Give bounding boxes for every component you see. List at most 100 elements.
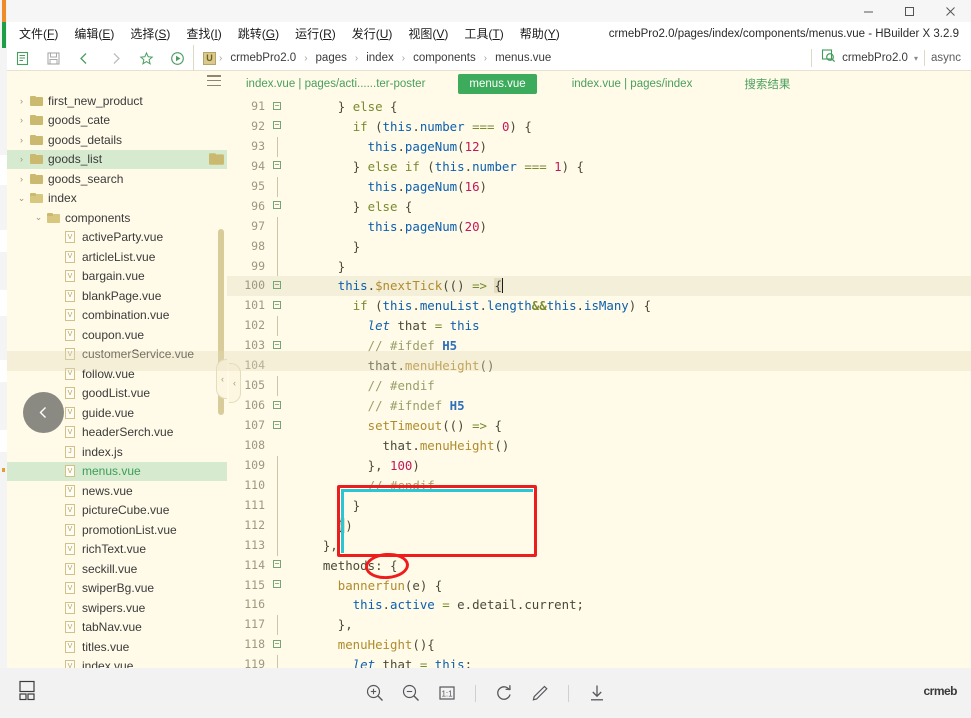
tree-item-tabnav-vue[interactable]: VtabNav.vue: [7, 618, 227, 638]
breadcrumb-item-3[interactable]: components: [408, 52, 481, 64]
code-line-104[interactable]: 104 that.menuHeight(): [227, 356, 971, 376]
zoom-out-icon[interactable]: [398, 680, 424, 706]
tree-item-bargain-vue[interactable]: Vbargain.vue: [7, 267, 227, 287]
tree-item-goods-cate[interactable]: ›goods_cate: [7, 111, 227, 131]
chevron-right-icon[interactable]: ›: [15, 115, 28, 125]
menu-tools[interactable]: 工具(T): [456, 23, 511, 44]
download-icon[interactable]: [584, 680, 610, 706]
menu-goto[interactable]: 跳转(G): [230, 23, 287, 44]
code-line-93[interactable]: 93 this.pageNum(12): [227, 137, 971, 157]
code-line-106[interactable]: 106− // #ifndef H5: [227, 396, 971, 416]
tree-item-coupon-vue[interactable]: Vcoupon.vue: [7, 325, 227, 345]
breadcrumb-item-0[interactable]: crmebPro2.0: [225, 52, 301, 64]
code-line-101[interactable]: 101− if (this.menuList.length&&this.isMa…: [227, 296, 971, 316]
annotate-icon[interactable]: [527, 680, 553, 706]
code-line-92[interactable]: 92− if (this.number === 0) {: [227, 117, 971, 137]
explorer-menu-icon[interactable]: [207, 75, 221, 86]
menu-run[interactable]: 运行(R): [287, 23, 344, 44]
fold-toggle-icon[interactable]: −: [269, 576, 285, 596]
tree-item-menus-vue[interactable]: Vmenus.vue: [7, 462, 227, 482]
code-line-98[interactable]: 98 }: [227, 237, 971, 257]
fold-toggle-icon[interactable]: −: [269, 197, 285, 217]
close-button[interactable]: [930, 0, 971, 22]
explorer-collapse-handle[interactable]: ‹: [216, 359, 227, 399]
minimize-button[interactable]: [848, 0, 889, 22]
project-icon[interactable]: [7, 45, 38, 71]
maximize-button[interactable]: [889, 0, 930, 22]
code-line-105[interactable]: 105 // #endif: [227, 376, 971, 396]
tree-item-customerservice-vue[interactable]: VcustomerService.vue: [7, 345, 227, 365]
chevron-down-icon[interactable]: ⌄: [32, 212, 45, 223]
forward-icon[interactable]: [100, 45, 131, 71]
code-line-116[interactable]: 116 this.active = e.detail.current;: [227, 595, 971, 615]
chevron-right-icon[interactable]: ›: [15, 154, 28, 164]
tree-item-titles-vue[interactable]: Vtitles.vue: [7, 637, 227, 657]
tree-item-news-vue[interactable]: Vnews.vue: [7, 481, 227, 501]
editor-tab-2[interactable]: index.vue | pages/index: [561, 74, 704, 94]
tree-item-index-js[interactable]: Jindex.js: [7, 442, 227, 462]
tree-item-index-vue[interactable]: Vindex.vue: [7, 657, 227, 669]
code-line-114[interactable]: 114− methods: {: [227, 556, 971, 576]
code-line-97[interactable]: 97 this.pageNum(20): [227, 217, 971, 237]
code-line-113[interactable]: 113 },: [227, 536, 971, 556]
editor-tab-3[interactable]: 搜索结果: [733, 74, 801, 94]
chevron-right-icon[interactable]: ›: [15, 135, 28, 145]
code-line-96[interactable]: 96− } else {: [227, 197, 971, 217]
tree-item-goods-search[interactable]: ›goods_search: [7, 169, 227, 189]
save-icon[interactable]: [38, 45, 69, 71]
branch-label[interactable]: async: [931, 52, 961, 64]
project-selector-label[interactable]: crmebPro2.0: [842, 52, 908, 64]
tree-item-components[interactable]: ⌄components: [7, 208, 227, 228]
window-controls[interactable]: [848, 0, 971, 22]
chevron-down-icon[interactable]: ▾: [914, 54, 918, 63]
chevron-right-icon[interactable]: ›: [15, 174, 28, 184]
code-line-118[interactable]: 118− menuHeight(){: [227, 635, 971, 655]
menu-file[interactable]: 文件(F): [11, 23, 66, 44]
fold-toggle-icon[interactable]: −: [269, 556, 285, 576]
tree-item-combination-vue[interactable]: Vcombination.vue: [7, 306, 227, 326]
zoom-in-icon[interactable]: [362, 680, 388, 706]
code-line-109[interactable]: 109 }, 100): [227, 456, 971, 476]
run-icon[interactable]: [162, 45, 193, 71]
project-search-icon[interactable]: [821, 48, 836, 68]
chevron-down-icon[interactable]: ⌄: [15, 193, 28, 204]
tree-item-index[interactable]: ⌄index: [7, 189, 227, 209]
chevron-right-icon[interactable]: ›: [15, 96, 28, 106]
editor-collapse-handle[interactable]: ‹: [229, 363, 241, 403]
fold-toggle-icon[interactable]: −: [269, 416, 285, 436]
menu-edit[interactable]: 编辑(E): [66, 23, 122, 44]
code-line-94[interactable]: 94− } else if (this.number === 1) {: [227, 157, 971, 177]
tree-item-picturecube-vue[interactable]: VpictureCube.vue: [7, 501, 227, 521]
editor-tab-0[interactable]: index.vue | pages/acti......ter-poster: [235, 74, 436, 94]
tree-item-goods-details[interactable]: ›goods_details: [7, 130, 227, 150]
fold-toggle-icon[interactable]: −: [269, 396, 285, 416]
fold-toggle-icon[interactable]: −: [269, 635, 285, 655]
fold-toggle-icon[interactable]: −: [269, 336, 285, 356]
back-icon[interactable]: [69, 45, 100, 71]
code-line-100[interactable]: 100− this.$nextTick(() => {: [227, 276, 971, 296]
menu-publish[interactable]: 发行(U): [344, 23, 401, 44]
fold-toggle-icon[interactable]: −: [269, 157, 285, 177]
code-line-115[interactable]: 115− bannerfun(e) {: [227, 576, 971, 596]
code-line-119[interactable]: 119 let that = this;: [227, 655, 971, 668]
code-line-95[interactable]: 95 this.pageNum(16): [227, 177, 971, 197]
overlay-back-button[interactable]: [23, 392, 64, 433]
tree-item-activeparty-vue[interactable]: VactiveParty.vue: [7, 228, 227, 248]
fold-toggle-icon[interactable]: −: [269, 117, 285, 137]
code-line-108[interactable]: 108 that.menuHeight(): [227, 436, 971, 456]
fold-toggle-icon[interactable]: −: [269, 97, 285, 117]
tree-item-first-new-product[interactable]: ›first_new_product: [7, 91, 227, 111]
tree-item-goods-list[interactable]: ›goods_list: [7, 150, 227, 170]
fold-toggle-icon[interactable]: −: [269, 276, 285, 296]
breadcrumb-item-1[interactable]: pages: [311, 52, 352, 64]
tree-item-swipers-vue[interactable]: Vswipers.vue: [7, 598, 227, 618]
code-line-103[interactable]: 103− // #ifdef H5: [227, 336, 971, 356]
menu-help[interactable]: 帮助(Y): [512, 23, 568, 44]
breadcrumb-item-4[interactable]: menus.vue: [490, 52, 556, 64]
menu-view[interactable]: 视图(V): [400, 23, 456, 44]
fold-toggle-icon[interactable]: −: [269, 296, 285, 316]
code-line-112[interactable]: 112 }): [227, 516, 971, 536]
tree-item-seckill-vue[interactable]: Vseckill.vue: [7, 559, 227, 579]
tree-item-swiperbg-vue[interactable]: VswiperBg.vue: [7, 579, 227, 599]
tree-item-follow-vue[interactable]: Vfollow.vue: [7, 364, 227, 384]
